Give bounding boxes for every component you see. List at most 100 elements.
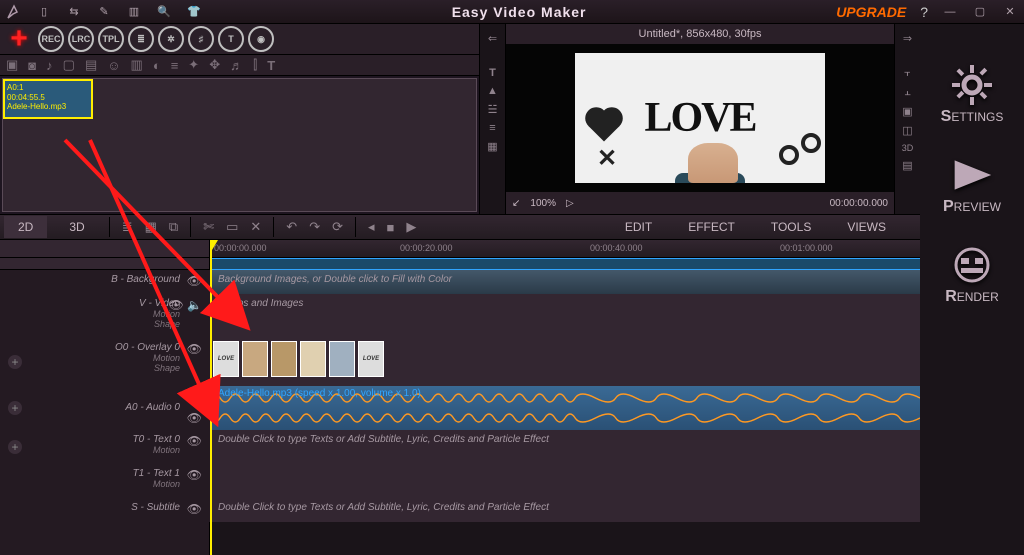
shapes-icon[interactable]: ▲ xyxy=(487,85,498,97)
bookmark-icon[interactable]: ▯ xyxy=(36,4,52,20)
panels-icon[interactable]: ▥ xyxy=(126,4,142,20)
stroke-icon[interactable]: ☱ xyxy=(488,103,498,116)
pencil-icon[interactable]: ✎ xyxy=(96,4,112,20)
track-sub[interactable]: Double Click to type Texts or Add Subtit… xyxy=(210,498,920,522)
bigtext-icon[interactable]: T xyxy=(267,58,275,73)
view-imgs-icon[interactable]: ▣ xyxy=(6,57,18,73)
play-icon[interactable]: ▷ xyxy=(566,198,574,209)
shirt-icon[interactable]: 👕 xyxy=(186,4,202,20)
tl-snap-icon[interactable]: ⧉ xyxy=(167,219,180,235)
tl-refresh-icon[interactable]: ⟳ xyxy=(330,219,345,235)
contrast-icon[interactable]: ◐ xyxy=(153,58,161,73)
tl-split-icon[interactable]: ✄ xyxy=(201,219,216,235)
add-media-button[interactable]: + xyxy=(4,30,34,48)
menu-icon[interactable]: ≡ xyxy=(171,58,179,73)
grid2-icon[interactable]: ▦ xyxy=(487,140,497,153)
eq-icon[interactable]: ⫿ xyxy=(253,57,257,73)
overlay-thumb[interactable]: LOVE xyxy=(358,341,384,377)
help-button[interactable]: ? xyxy=(920,4,928,20)
menu-views[interactable]: VIEWS xyxy=(847,220,886,234)
track-video[interactable]: Videos and Images xyxy=(210,294,920,338)
record-button[interactable]: REC xyxy=(38,26,64,52)
seek-prev-icon[interactable]: ⇐ xyxy=(488,32,497,45)
eye-icon[interactable]: 👁 xyxy=(187,502,202,516)
flower-icon[interactable]: ✲ xyxy=(158,26,184,52)
toggle-icon[interactable]: ▣ xyxy=(902,105,912,118)
camera-icon[interactable]: ◙ xyxy=(28,58,36,73)
menu-edit[interactable]: EDIT xyxy=(625,220,652,234)
upgrade-link[interactable]: UPGRADE xyxy=(836,4,906,20)
layers-icon[interactable]: ▤ xyxy=(85,57,97,73)
lyrics-button[interactable]: LRC xyxy=(68,26,94,52)
3d-icon[interactable]: 3D xyxy=(902,143,914,153)
track-head-sub[interactable]: S - Subtitle 👁 xyxy=(0,498,210,522)
smile-icon[interactable]: ☺ xyxy=(107,58,120,73)
tab-3d[interactable]: 3D xyxy=(55,216,98,238)
music-note-icon[interactable]: ♪ xyxy=(46,58,53,73)
grid-icon[interactable]: ♯ xyxy=(188,26,214,52)
search-icon[interactable]: 🔍 xyxy=(156,4,172,20)
eye-icon[interactable]: 👁 xyxy=(187,274,202,288)
track-content[interactable]: 00:00:00.000 00:00:20.000 00:00:40.000 0… xyxy=(210,240,920,555)
menu-tools[interactable]: TOOLS xyxy=(771,220,811,234)
media-bin[interactable]: A0:1 00:04:55.5 Adele-Hello.mp3 xyxy=(2,78,477,212)
track-head-audio[interactable]: + A0 - Audio 0 👁 xyxy=(0,386,210,430)
track-head-text1[interactable]: T1 - Text 1 👁 Motion xyxy=(0,464,210,498)
eye-icon[interactable]: 👁 xyxy=(187,342,202,356)
overlay-clips[interactable]: LOVE LOVE xyxy=(210,338,387,380)
add-track-icon[interactable]: + xyxy=(8,401,22,415)
list-icon[interactable]: ≣ xyxy=(128,26,154,52)
tl-play-icon[interactable]: ▶ xyxy=(404,219,418,235)
tl-tracks-icon[interactable]: ≣ xyxy=(120,219,135,235)
minimize-icon[interactable]: — xyxy=(942,4,958,20)
track-audio[interactable]: Adele-Hello.mp3 (speed x 1.00, volume x … xyxy=(210,386,920,430)
person-icon[interactable]: ◉ xyxy=(248,26,274,52)
text-overlay-icon[interactable]: T xyxy=(489,67,496,79)
maximize-icon[interactable]: ▢ xyxy=(972,4,988,20)
overlay-thumb[interactable] xyxy=(300,341,326,377)
template-button[interactable]: TPL xyxy=(98,26,124,52)
eye-icon[interactable]: 👁 xyxy=(187,468,202,482)
zoom-level[interactable]: 100% xyxy=(530,198,556,209)
time-ruler[interactable]: 00:00:00.000 00:00:20.000 00:00:40.000 0… xyxy=(210,240,920,258)
eye-icon[interactable]: 👁 xyxy=(187,434,202,448)
track-head-bg[interactable]: B - Background 👁 xyxy=(0,270,210,294)
tl-grid-icon[interactable]: ▦ xyxy=(143,219,159,235)
track-bg[interactable]: Background Images, or Double click to Fi… xyxy=(210,270,920,294)
tl-del-icon[interactable]: ✕ xyxy=(248,219,263,235)
align-h-icon[interactable]: ⫟ xyxy=(904,67,911,80)
sparkle-icon[interactable]: ✦ xyxy=(188,57,199,73)
settings-button[interactable]: SETTINGS xyxy=(941,64,1004,126)
media-clip-audio[interactable]: A0:1 00:04:55.5 Adele-Hello.mp3 xyxy=(3,79,93,119)
clip-icon[interactable]: ▢ xyxy=(63,57,75,73)
lock-icon[interactable]: ▤ xyxy=(902,159,912,172)
tab-2d[interactable]: 2D xyxy=(4,216,47,238)
track-head-video[interactable]: V - Video 👁 🔈 Motion Shape xyxy=(0,294,210,338)
menu-effect[interactable]: EFFECT xyxy=(688,220,735,234)
preview-canvas[interactable]: LOVE ✕ xyxy=(506,44,894,192)
close-icon[interactable]: ✕ xyxy=(1002,4,1018,20)
overlay-thumb[interactable]: LOVE xyxy=(213,341,239,377)
track-overlay[interactable]: LOVE LOVE xyxy=(210,338,920,386)
tl-redo-icon[interactable]: ↷ xyxy=(307,219,322,235)
preview-button[interactable]: PREVIEW xyxy=(943,154,1001,216)
lines-icon[interactable]: ≡ xyxy=(489,122,495,134)
tl-prev-icon[interactable]: ◂ xyxy=(366,219,377,235)
track-head-text0[interactable]: + T0 - Text 0 👁 Motion xyxy=(0,430,210,464)
battery-icon[interactable]: ▥ xyxy=(131,57,143,73)
track-text1[interactable] xyxy=(210,464,920,498)
render-button[interactable]: RENDER xyxy=(945,244,999,306)
overlay-thumb[interactable] xyxy=(271,341,297,377)
overlay-thumb[interactable] xyxy=(329,341,355,377)
window-icon[interactable]: ◫ xyxy=(902,124,912,137)
tool-icon-1[interactable]: ⇆ xyxy=(66,4,82,20)
tl-cut-icon[interactable]: ▭ xyxy=(224,219,240,235)
text-tool-icon[interactable]: T xyxy=(218,26,244,52)
playhead[interactable] xyxy=(210,240,212,555)
tune-icon[interactable]: ♬ xyxy=(230,58,243,73)
seek-next-icon[interactable]: ⇒ xyxy=(903,32,912,45)
align-v-icon[interactable]: ⫠ xyxy=(904,86,911,99)
overlay-thumb[interactable] xyxy=(242,341,268,377)
tl-undo-icon[interactable]: ↶ xyxy=(284,219,299,235)
track-head-overlay[interactable]: + O0 - Overlay 0 👁 Motion Shape xyxy=(0,338,210,386)
